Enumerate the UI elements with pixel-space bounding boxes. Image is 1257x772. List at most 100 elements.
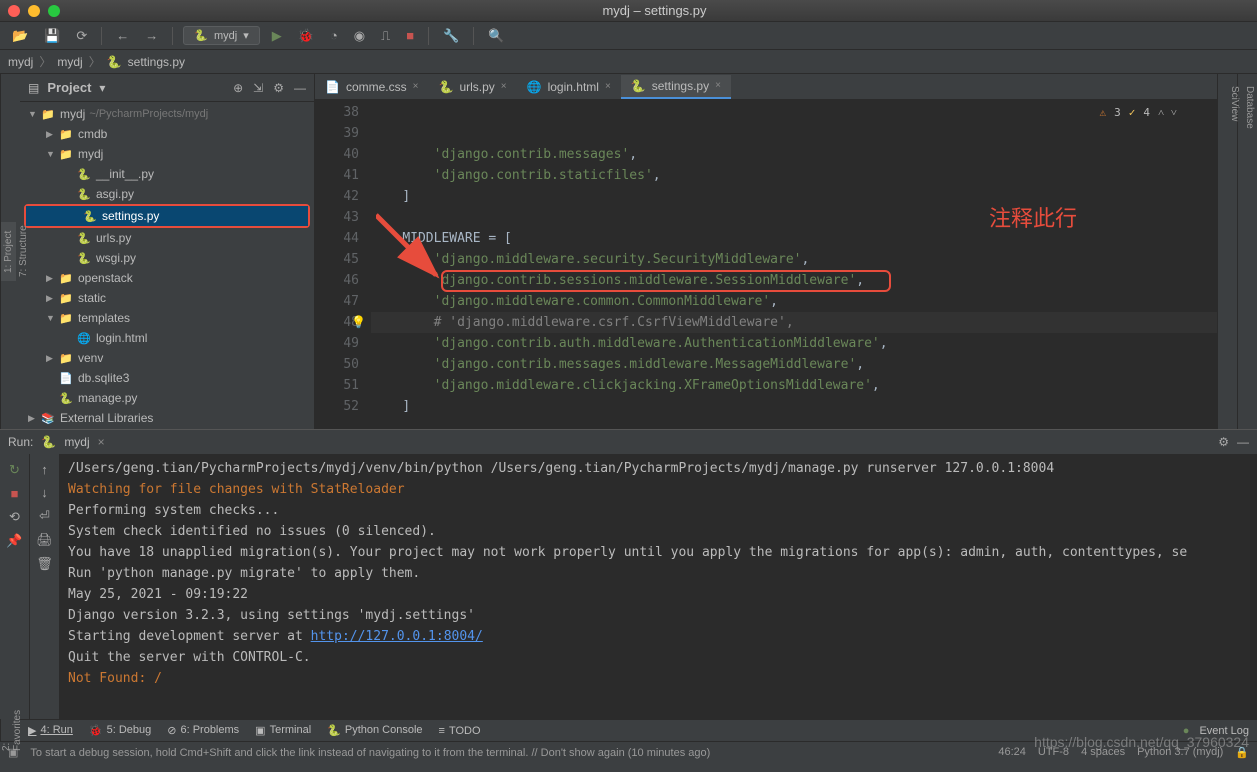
hide-icon[interactable]: — xyxy=(294,81,306,95)
editor-tab[interactable]: 🐍settings.py× xyxy=(621,75,731,99)
back-icon[interactable]: ← xyxy=(112,26,133,45)
code-content[interactable]: 'django.contrib.messages', 'django.contr… xyxy=(371,100,1217,429)
cursor-position[interactable]: 46:24 xyxy=(998,746,1026,759)
project-panel: ▤ Project ▾ ⊕ ⇲ ⚙ — ▼📁mydj~/PycharmProje… xyxy=(20,74,315,429)
run-config-selector[interactable]: 🐍mydj ▾ xyxy=(183,26,259,45)
editor: 📄comme.css×🐍urls.py×🌐login.html×🐍setting… xyxy=(315,74,1217,429)
breadcrumb-item[interactable]: mydj xyxy=(8,55,33,69)
dropdown-icon[interactable]: ▾ xyxy=(99,81,105,95)
event-log-button[interactable]: Event Log xyxy=(1199,725,1249,737)
main-toolbar: 📂 💾 ⟳ ← → 🐍mydj ▾ ▶ 🐞 ◔ ◉ ⎍ ■ 🔧 🔍 xyxy=(0,22,1257,50)
gear-icon[interactable]: ⚙ xyxy=(1218,435,1229,449)
target-icon[interactable]: ⊕ xyxy=(233,81,243,95)
forward-icon[interactable]: → xyxy=(141,26,162,45)
tree-item[interactable]: 🐍urls.py xyxy=(20,228,314,248)
search-icon[interactable]: 🔍 xyxy=(484,26,508,46)
run-panel: Run: 🐍 mydj × ⚙ — ↻ ■ ⟲ 📌 ↑ ↓ ⏎ 🖨 🗑 /Use… xyxy=(0,429,1257,719)
project-panel-title: Project xyxy=(47,80,91,95)
collapse-icon[interactable]: ⇲ xyxy=(253,81,263,95)
tree-item[interactable]: ▼📁templates xyxy=(20,308,314,328)
editor-tab[interactable]: 📄comme.css× xyxy=(315,76,428,98)
refresh-icon[interactable]: ⟳ xyxy=(72,26,91,46)
inspection-widget[interactable]: ⚠3 ✓4 ˄ ˅ xyxy=(1099,106,1177,119)
rerun-icon[interactable]: ↻ xyxy=(9,462,20,478)
tree-item[interactable]: 📄db.sqlite3 xyxy=(20,368,314,388)
interpreter[interactable]: Python 3.7 (mydj) xyxy=(1137,746,1223,759)
titlebar: mydj – settings.py xyxy=(0,0,1257,22)
favorites-tool-tab[interactable]: 2: Favorites xyxy=(0,719,20,741)
bottom-tab[interactable]: 🐍Python Console xyxy=(327,724,422,737)
bottom-tool-tabs: ▶4: Run 🐞5: Debug ⊘6: Problems ▣Terminal 🐍Py… xyxy=(20,719,1257,741)
bottom-tab[interactable]: ▣Terminal xyxy=(255,724,311,737)
bottom-tab[interactable]: ⊘6: Problems xyxy=(167,724,239,737)
bottom-tab[interactable]: ≡TODO xyxy=(439,725,481,737)
debug-icon[interactable]: 🐞 xyxy=(294,26,318,46)
editor-tabs: 📄comme.css×🐍urls.py×🌐login.html×🐍setting… xyxy=(315,74,1217,100)
structure-tool-tab[interactable]: 7: Structure xyxy=(16,218,31,286)
run-tool-buttons-2: ↑ ↓ ⏎ 🖨 🗑 xyxy=(30,454,60,719)
indent[interactable]: 4 spaces xyxy=(1081,746,1125,759)
tree-item[interactable]: 🐍__init__.py xyxy=(20,164,314,184)
tree-item[interactable]: ▶📚External Libraries xyxy=(20,408,314,428)
concurrency-icon[interactable]: ⎍ xyxy=(377,26,394,46)
profile-icon[interactable]: ◉ xyxy=(350,26,369,46)
left-tool-strip: 1: Project 7: Structure xyxy=(0,74,20,429)
pin-icon[interactable]: 📌 xyxy=(6,533,22,549)
window-title: mydj – settings.py xyxy=(60,3,1249,18)
run-icon[interactable]: ▶ xyxy=(268,26,286,46)
tree-item[interactable]: ▶📁venv xyxy=(20,348,314,368)
wrap-icon[interactable]: ⏎ xyxy=(39,508,50,524)
stop-icon[interactable]: ■ xyxy=(11,486,19,501)
tree-item[interactable]: ▼📁mydj~/PycharmProjects/mydj xyxy=(20,104,314,124)
tree-item[interactable]: 🐍settings.py xyxy=(26,206,308,226)
run-tool-buttons: ↻ ■ ⟲ 📌 xyxy=(0,454,30,719)
run-config-name: mydj xyxy=(64,435,89,449)
bottom-tab[interactable]: ▶4: Run xyxy=(28,724,73,737)
code-area[interactable]: 383940414243444546474849505152 'django.c… xyxy=(315,100,1217,429)
save-icon[interactable]: 💾 xyxy=(40,26,64,46)
up-icon[interactable]: ↑ xyxy=(41,462,48,477)
lock-icon[interactable]: 🔒 xyxy=(1235,746,1249,759)
tree-item[interactable]: 🐍manage.py xyxy=(20,388,314,408)
project-tree[interactable]: ▼📁mydj~/PycharmProjects/mydj▶📁cmdb▼📁mydj… xyxy=(20,102,314,429)
editor-tab[interactable]: 🐍urls.py× xyxy=(428,76,516,98)
bottom-tab[interactable]: 🐞5: Debug xyxy=(89,724,151,737)
line-gutter: 383940414243444546474849505152 xyxy=(315,100,371,429)
close-window-icon[interactable] xyxy=(8,5,20,17)
hide-icon[interactable]: — xyxy=(1237,435,1249,449)
breadcrumb-item[interactable]: settings.py xyxy=(128,55,185,69)
print-icon[interactable]: 🖨 xyxy=(36,532,53,548)
trash-icon[interactable]: 🗑 xyxy=(36,556,53,572)
close-tab-icon[interactable]: × xyxy=(98,435,105,449)
open-icon[interactable]: 📂 xyxy=(8,26,32,46)
tree-item[interactable]: ▶📁openstack xyxy=(20,268,314,288)
breadcrumb-item[interactable]: mydj xyxy=(57,55,82,69)
status-message: To start a debug session, hold Cmd+Shift… xyxy=(30,747,710,759)
editor-tab[interactable]: 🌐login.html× xyxy=(517,76,621,98)
database-tool-tab[interactable]: Database xyxy=(1242,82,1257,429)
console-output[interactable]: /Users/geng.tian/PycharmProjects/mydj/ve… xyxy=(60,454,1257,719)
coverage-icon[interactable]: ◔ xyxy=(326,26,342,45)
breadcrumb: mydj〉 mydj〉 🐍 settings.py xyxy=(0,50,1257,74)
tree-item[interactable]: ▶📁cmdb xyxy=(20,124,314,144)
encoding[interactable]: UTF-8 xyxy=(1038,746,1069,759)
build-icon[interactable]: 🔧 xyxy=(439,26,463,46)
gear-icon[interactable]: ⚙ xyxy=(273,81,284,95)
project-panel-header: ▤ Project ▾ ⊕ ⇲ ⚙ — xyxy=(20,74,314,102)
window-controls xyxy=(8,5,60,17)
project-tool-tab[interactable]: 1: Project xyxy=(1,222,16,280)
tree-item[interactable]: 🐍asgi.py xyxy=(20,184,314,204)
tree-item[interactable]: 🌐login.html xyxy=(20,328,314,348)
down-icon[interactable]: ↓ xyxy=(41,485,48,500)
sciview-tool-tab[interactable]: SciView xyxy=(1227,82,1242,429)
tree-item[interactable]: 🐍wsgi.py xyxy=(20,248,314,268)
tree-item[interactable]: ▼📁mydj xyxy=(20,144,314,164)
stop-icon[interactable]: ■ xyxy=(402,26,418,45)
restart-icon[interactable]: ⟲ xyxy=(9,509,20,525)
maximize-window-icon[interactable] xyxy=(48,5,60,17)
minimize-window-icon[interactable] xyxy=(28,5,40,17)
python-icon: 🐍 xyxy=(41,435,56,449)
python-file-icon: 🐍 xyxy=(107,55,122,69)
right-tool-strip: Database SciView xyxy=(1237,74,1257,429)
tree-item[interactable]: ▶📁static xyxy=(20,288,314,308)
